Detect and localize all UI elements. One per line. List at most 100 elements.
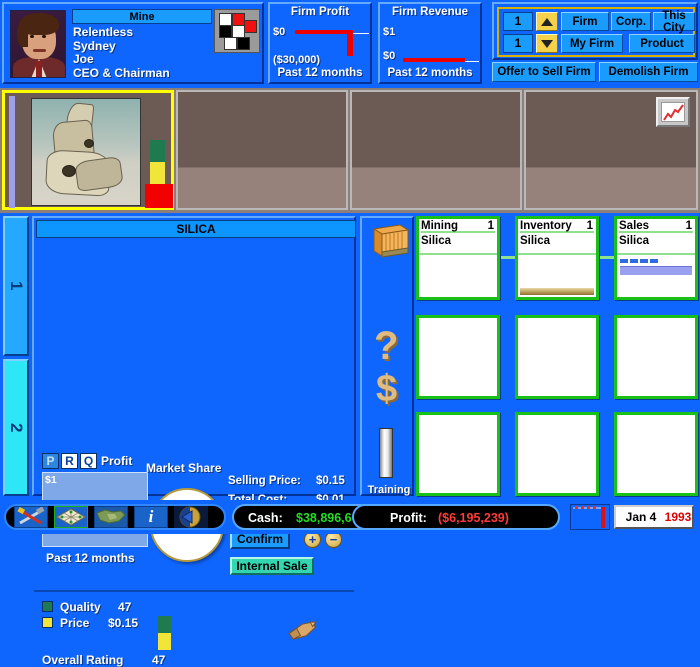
selling-price-row: Selling Price: $0.15	[228, 475, 354, 490]
firm-profit-panel[interactable]: Firm Profit $0 ($30,000) Past 12 months	[268, 2, 372, 84]
profit-graph-label: Profit	[101, 454, 133, 468]
myfirm-index-value[interactable]: 1	[503, 34, 533, 53]
company-cube-logo[interactable]	[214, 9, 260, 53]
dept-empty-3[interactable]	[614, 315, 698, 399]
trend-line-graphic	[663, 104, 684, 121]
training-label: Training	[367, 484, 411, 496]
quality-minibar	[158, 616, 171, 633]
quality-bar-indicator	[150, 140, 165, 162]
question-mark-icon[interactable]: ?	[374, 326, 398, 366]
profit-display: Profit: ($6,195,239)	[352, 504, 560, 530]
info-icon[interactable]: i	[134, 506, 168, 528]
triangle-up-icon	[541, 17, 553, 26]
panel-divider	[34, 590, 354, 592]
ceo-portrait[interactable]	[10, 10, 66, 78]
selling-price-value: $0.15	[316, 475, 345, 487]
firm-index-down-button[interactable]	[536, 34, 558, 53]
dept-inventory-name: Inventory	[520, 220, 572, 232]
training-tube-icon[interactable]	[379, 428, 393, 478]
firm-name-badge[interactable]: Mine	[72, 9, 212, 24]
overall-rating-value: 47	[152, 653, 166, 667]
cash-label: Cash:	[248, 511, 283, 525]
bottom-bar: i Cash: $38,896,600 Profit: ($6,195,239)	[0, 500, 700, 534]
sales-dash-4	[650, 259, 658, 263]
ceo-panel: Mine Relentless Sydney Joe CEO & Chairma…	[2, 2, 264, 84]
dept-sales[interactable]: Sales 1 Silica	[614, 216, 698, 300]
dept-empty-2[interactable]	[515, 315, 599, 399]
selling-price-label: Selling Price:	[228, 475, 301, 487]
profit-value: ($6,195,239)	[438, 511, 509, 525]
dept-mining-name: Mining	[421, 220, 459, 232]
info-glyph: i	[148, 507, 154, 526]
ceo-line-2: Sydney	[73, 38, 116, 53]
quality-label: Quality	[60, 600, 101, 614]
dept-sales-name: Sales	[619, 220, 650, 232]
my-firm-button[interactable]: My Firm	[561, 34, 623, 53]
ceo-line-4: CEO & Chairman	[73, 65, 170, 80]
internal-sale-button[interactable]: Internal Sale	[230, 557, 314, 575]
corp-button[interactable]: Corp.	[611, 12, 651, 31]
sales-dash-1	[620, 259, 628, 263]
side-tab-2[interactable]: 2	[3, 359, 29, 496]
lot-empty-2[interactable]	[350, 90, 522, 210]
dept-empty-1[interactable]	[416, 315, 500, 399]
demolish-firm-button[interactable]: Demolish Firm	[599, 62, 698, 82]
dept-mining[interactable]: Mining 1 Silica	[416, 216, 500, 300]
dept-sales-header: Sales 1	[619, 220, 693, 233]
pointing-hand-cursor	[285, 615, 319, 645]
price-value: $0.15	[108, 616, 139, 630]
world-map-icon[interactable]	[94, 506, 128, 528]
building-strip	[0, 88, 700, 213]
department-grid: Mining 1 Silica Inventory 1 Silica Sales…	[416, 216, 698, 496]
ceo-line-3: Joe	[73, 52, 94, 66]
loss-bar-indicator	[145, 184, 173, 208]
product-title: SILICA	[36, 220, 356, 238]
side-tab-1[interactable]: 1	[3, 216, 29, 356]
lot-empty-1[interactable]	[176, 90, 348, 210]
date-display[interactable]: Jan 4 1993	[614, 505, 694, 529]
overall-rating-label: Overall Rating	[42, 653, 124, 667]
dept-inventory-header: Inventory 1	[520, 220, 594, 233]
dept-inventory[interactable]: Inventory 1 Silica	[515, 216, 599, 300]
firm-revenue-panel[interactable]: Firm Revenue $1 $0 Past 12 months	[378, 2, 482, 84]
tab-revenue-r[interactable]: R	[61, 453, 78, 469]
sales-dash-3	[640, 259, 648, 263]
firm-button[interactable]: Firm	[561, 12, 609, 31]
triangle-down-icon	[541, 39, 553, 48]
main-area: 1 2 SILICA P R Q Profit $1 $0 Past 12 mo…	[0, 213, 700, 667]
mini-graph-icon[interactable]	[570, 504, 610, 530]
sales-dash-2	[630, 259, 638, 263]
price-swatch	[42, 617, 53, 628]
market-share-label: Market Share	[146, 461, 222, 475]
firm-index-up-button[interactable]	[536, 12, 558, 31]
this-city-button[interactable]: This City	[653, 10, 695, 34]
firm-profit-graph: $0 ($30,000) Past 12 months	[273, 22, 369, 80]
profit-graph-footer: Past 12 months	[46, 551, 135, 565]
tools-icon[interactable]	[14, 506, 48, 528]
tab-quality-q[interactable]: Q	[80, 453, 97, 469]
connector-inventory-sales	[599, 256, 615, 259]
firm-index-value[interactable]: 1	[503, 12, 533, 31]
quality-swatch	[42, 601, 53, 612]
firm-profit-bottom-value: ($30,000)	[273, 54, 321, 66]
dollar-sign-icon[interactable]: $	[376, 370, 397, 408]
view-controls-panel: 1 Firm Corp. This City 1 My Firm Product	[492, 2, 698, 60]
lot-empty-3[interactable]	[524, 90, 698, 210]
dept-empty-4[interactable]	[416, 412, 500, 496]
dept-empty-6[interactable]	[614, 412, 698, 496]
firm-profit-top-value: $0	[273, 26, 286, 38]
crates-icon[interactable]	[370, 223, 410, 261]
top-bar: Mine Relentless Sydney Joe CEO & Chairma…	[0, 0, 700, 88]
offer-to-sell-firm-button[interactable]: Offer to Sell Firm	[492, 62, 596, 82]
firm-revenue-bottom-value: $0	[383, 50, 396, 62]
dept-empty-5[interactable]	[515, 412, 599, 496]
price-label: Price	[60, 616, 90, 630]
resource-column: ? $ Training	[360, 216, 414, 496]
city-grid-icon[interactable]	[54, 506, 88, 528]
trend-chart-icon[interactable]	[656, 97, 690, 127]
tab-profit-p[interactable]: P	[42, 453, 59, 469]
lot-selected-silica[interactable]	[2, 90, 174, 210]
product-button[interactable]: Product	[629, 34, 695, 53]
dept-sales-product: Silica	[619, 235, 650, 247]
back-clock-icon[interactable]	[174, 506, 208, 528]
